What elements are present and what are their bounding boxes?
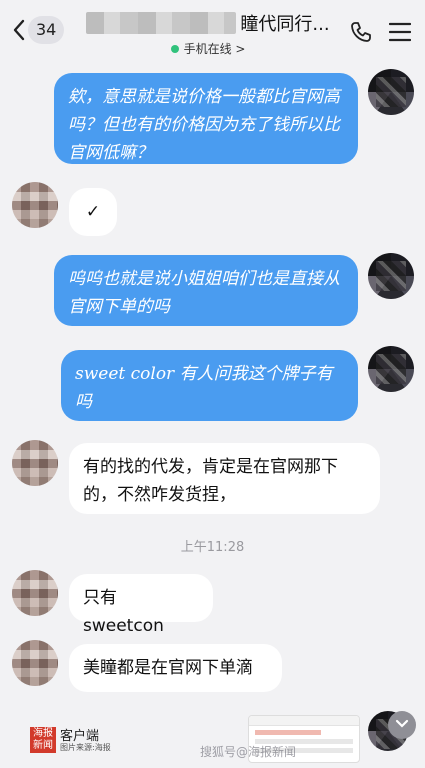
message-bubble-contact[interactable]: 美瞳都是在官网下单滴 bbox=[69, 644, 282, 692]
message-bubble-self[interactable]: 欸，意思就是说价格一般都比官网高吗？但也有的价格因为充了钱所以比官网低嘛？ bbox=[54, 73, 358, 164]
message-bubble-contact[interactable]: 有的找的代发，肯定是在官网那下的，不然咋发货捏， bbox=[69, 443, 380, 514]
redacted-name bbox=[86, 12, 237, 34]
footer-area: 海报新闻 客户端 图片来源:海报 搜狐号@海报新闻 bbox=[0, 711, 425, 768]
phone-icon bbox=[349, 22, 373, 48]
message-bubble-self[interactable]: sweet color 有人问我这个牌子有吗 bbox=[61, 350, 358, 421]
hamburger-menu-icon bbox=[388, 22, 412, 46]
message-text: 美瞳都是在官网下单滴 bbox=[83, 658, 253, 678]
news-logo: 海报新闻 bbox=[30, 727, 56, 753]
avatar-self[interactable] bbox=[368, 69, 414, 115]
chevron-down-icon bbox=[388, 719, 416, 729]
message-timestamp: 上午11:28 bbox=[180, 540, 245, 555]
scroll-down-button[interactable] bbox=[388, 711, 416, 739]
online-dot-icon bbox=[170, 44, 179, 53]
call-button[interactable] bbox=[349, 20, 373, 48]
avatar-contact[interactable] bbox=[12, 182, 58, 228]
avatar-self[interactable] bbox=[368, 346, 414, 392]
avatar-contact[interactable] bbox=[12, 570, 58, 616]
message-text: 欸，意思就是说价格一般都比官网高吗？但也有的价格因为充了钱所以比官网低嘛？ bbox=[68, 87, 340, 163]
unread-count-badge: 34 bbox=[28, 16, 65, 44]
message-text: 只有 sweetcon bbox=[83, 588, 164, 636]
avatar-contact[interactable] bbox=[12, 440, 58, 486]
checkmark-text: ✓ bbox=[85, 202, 101, 222]
message-bubble-contact[interactable]: 只有 sweetcon bbox=[69, 574, 213, 636]
chat-title: 瞳代同行... bbox=[240, 14, 330, 35]
avatar-contact[interactable] bbox=[12, 640, 58, 686]
message-bubble-self[interactable]: 呜呜也就是说小姐姐咱们也是直接从官网下单的吗 bbox=[54, 255, 358, 326]
image-source-caption: 图片来源:海报 bbox=[60, 743, 111, 752]
online-status: 手机在线 > bbox=[80, 40, 336, 57]
chevron-left-icon bbox=[12, 18, 26, 42]
avatar-self[interactable] bbox=[368, 253, 414, 299]
chat-title-area[interactable]: 瞳代同行... 手机在线 > bbox=[80, 10, 336, 57]
message-bubble-contact[interactable]: ✓ bbox=[69, 188, 117, 236]
back-button[interactable]: 34 bbox=[12, 16, 65, 44]
message-text: 呜呜也就是说小姐姐咱们也是直接从官网下单的吗 bbox=[68, 269, 340, 317]
watermark-text: 搜狐号@海报新闻 bbox=[200, 745, 297, 759]
chat-header: 34 瞳代同行... 手机在线 > bbox=[0, 0, 425, 60]
message-text: 有的找的代发，肯定是在官网那下的，不然咋发货捏， bbox=[83, 457, 338, 505]
message-text: sweet color 有人问我这个牌子有吗 bbox=[75, 364, 333, 412]
menu-button[interactable] bbox=[388, 22, 412, 46]
online-status-text: 手机在线 > bbox=[183, 42, 246, 56]
